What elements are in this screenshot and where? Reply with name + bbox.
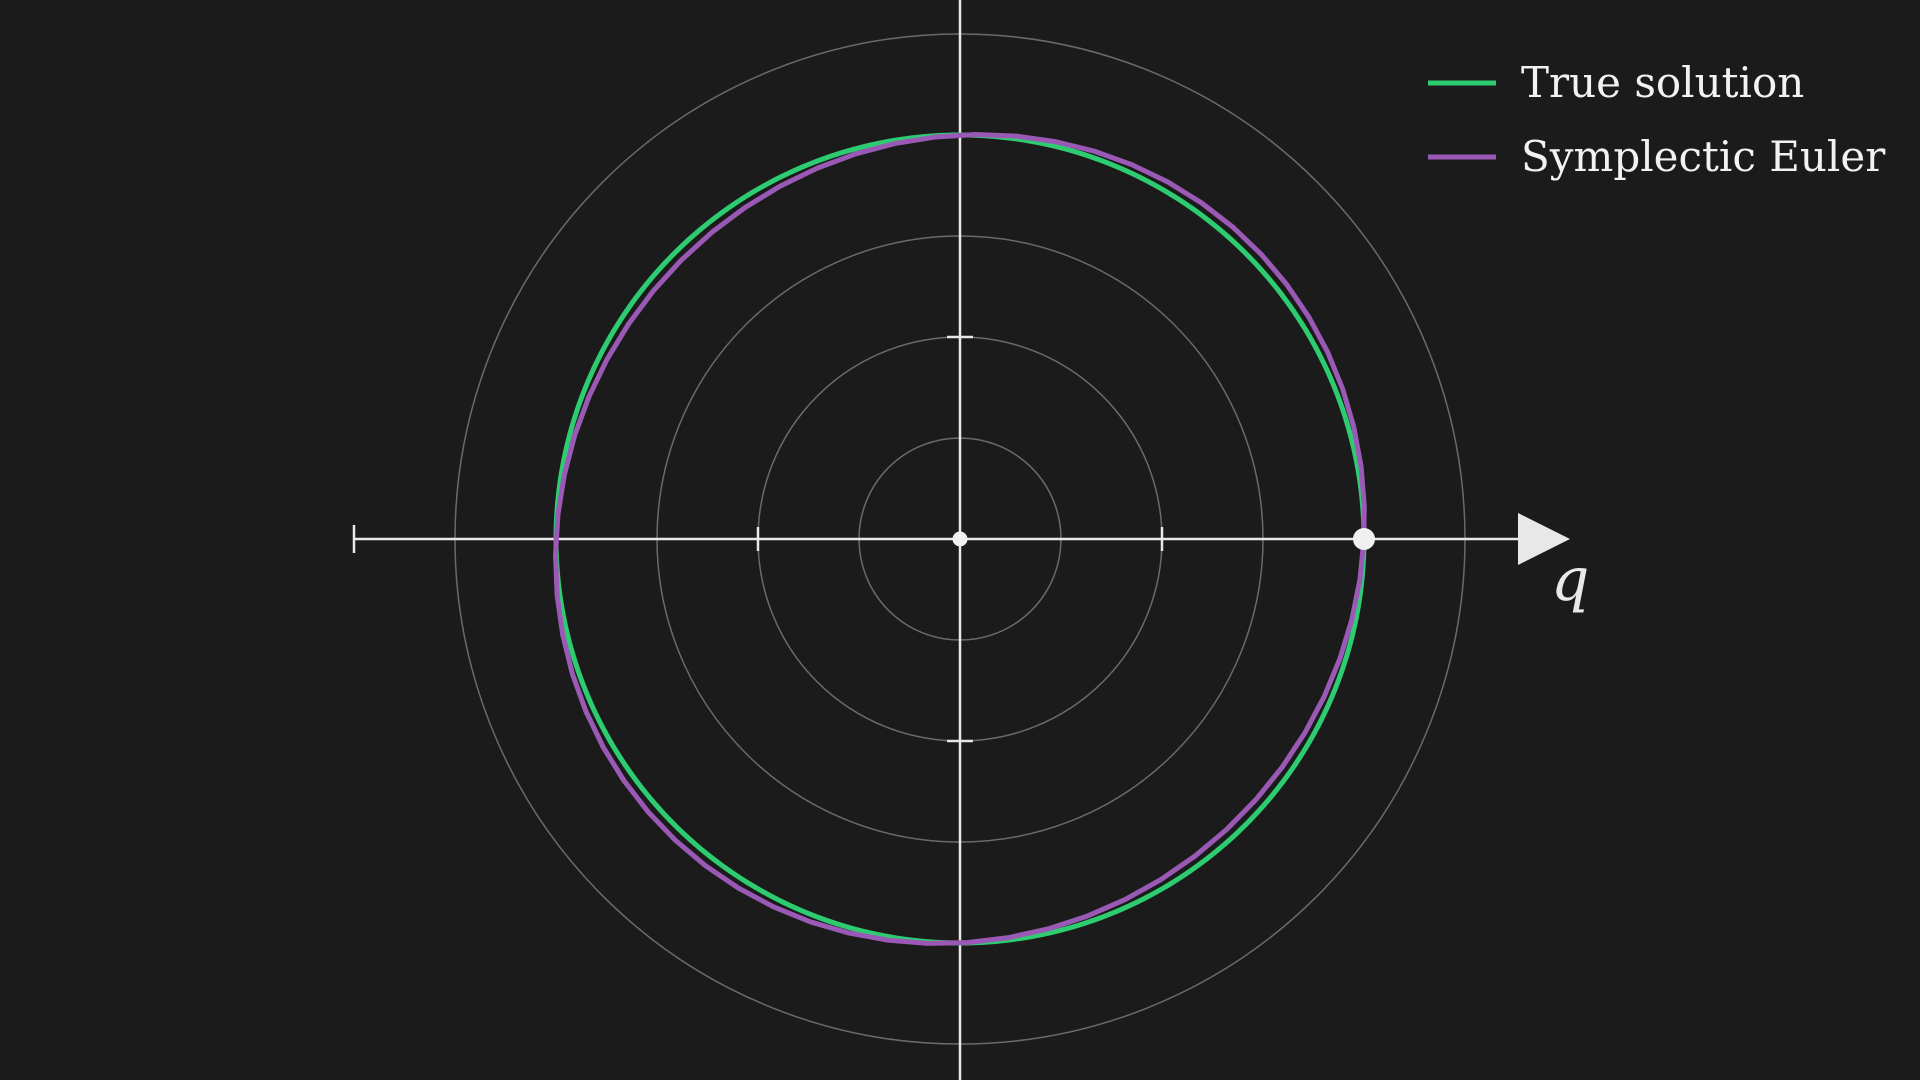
origin-dot: [952, 531, 968, 547]
legend-label-symplectic-euler: Symplectic Euler: [1521, 132, 1886, 181]
legend-label-true-solution: True solution: [1521, 58, 1804, 107]
legend: True solution Symplectic Euler: [1428, 58, 1886, 181]
phase-space-chart: q True solution Symplectic Euler: [352, 0, 1886, 1080]
axes: q: [352, 0, 1589, 1080]
x-axis-label: q: [1551, 545, 1589, 615]
initial-point-dot: [1353, 528, 1375, 550]
